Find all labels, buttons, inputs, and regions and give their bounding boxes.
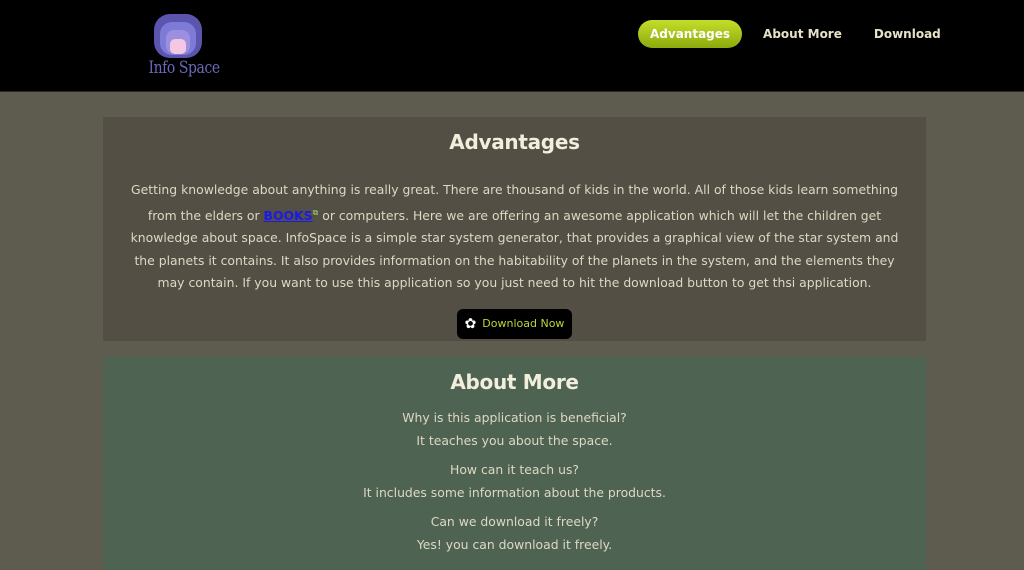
logo-text: Info Space: [148, 58, 220, 78]
advantages-section: Advantages Getting knowledge about anyth…: [103, 117, 926, 341]
nav-about-more[interactable]: About More: [751, 20, 854, 48]
site-header: Info Space Advantages About More Downloa…: [0, 0, 1024, 92]
faq-item: Can we download it freely? Yes! you can …: [103, 510, 926, 556]
main-nav: Advantages About More Download: [638, 20, 957, 48]
nav-download[interactable]: Download: [862, 20, 953, 48]
faq-item: Why is this application is beneficial? I…: [103, 406, 926, 452]
download-now-label: Download Now: [482, 317, 565, 331]
gear-icon: ✿: [464, 315, 477, 332]
nav-advantages[interactable]: Advantages: [638, 20, 743, 48]
faq-question: How can it teach us?: [450, 462, 579, 477]
faq-question: Why is this application is beneficial?: [402, 410, 627, 425]
about-more-section: About More Why is this application is be…: [103, 357, 926, 570]
advantages-text: Getting knowledge about anything is real…: [120, 179, 910, 295]
faq-answer: Yes! you can download it freely.: [416, 537, 613, 552]
advantages-title: Advantages: [449, 130, 580, 154]
faq-answer: It includes some information about the p…: [363, 485, 666, 500]
faq-item: How can it teach us? It includes some in…: [103, 458, 926, 504]
download-now-button[interactable]: ✿ Download Now: [457, 308, 572, 339]
logo[interactable]: Info Space: [142, 12, 220, 86]
faq-question: Can we download it freely?: [430, 514, 599, 529]
about-more-title: About More: [450, 370, 579, 394]
faq-list: Why is this application is beneficial? I…: [103, 406, 926, 556]
books-link[interactable]: BOOKS: [264, 208, 313, 223]
logo-icon: [154, 14, 202, 58]
faq-answer: It teaches you about the space.: [416, 433, 613, 448]
